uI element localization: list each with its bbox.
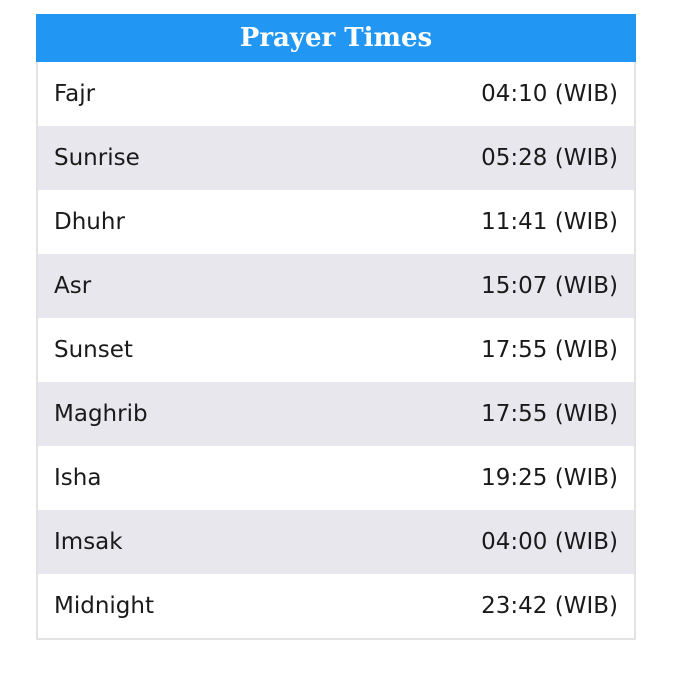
- prayer-time-maghrib: 17:55 (WIB): [336, 382, 634, 446]
- table-row: Sunset 17:55 (WIB): [38, 318, 634, 382]
- prayer-name-maghrib: Maghrib: [38, 382, 336, 446]
- prayer-name-dhuhr: Dhuhr: [54, 209, 125, 235]
- prayer-time-dhuhr: 11:41 (WIB): [481, 209, 618, 235]
- widget-title: Prayer Times: [36, 14, 636, 62]
- prayer-time-sunset: 17:55 (WIB): [481, 337, 618, 363]
- prayer-name-midnight: Midnight: [54, 593, 154, 619]
- prayer-name-sunrise: Sunrise: [38, 126, 336, 190]
- prayer-time-isha: 19:25 (WIB): [481, 465, 618, 491]
- table-row: Imsak 04:00 (WIB): [38, 510, 634, 574]
- prayer-time-asr: 15:07 (WIB): [336, 254, 634, 318]
- table-row: Sunrise 05:28 (WIB): [38, 126, 634, 190]
- prayer-name-sunset: Sunset: [54, 337, 133, 363]
- prayer-times-table: Fajr 04:10 (WIB) Sunrise 05:28 (WIB) Dhu…: [38, 62, 634, 638]
- table-row: Isha 19:25 (WIB): [38, 446, 634, 510]
- table-row: Asr 15:07 (WIB): [38, 254, 634, 318]
- prayer-time-midnight: 23:42 (WIB): [481, 593, 618, 619]
- table-row: Dhuhr 11:41 (WIB): [38, 190, 634, 254]
- prayer-name-asr: Asr: [38, 254, 336, 318]
- prayer-times-widget: Prayer Times Fajr 04:10 (WIB) Sunrise 05…: [36, 14, 636, 640]
- prayer-time-fajr: 04:10 (WIB): [481, 81, 618, 107]
- prayer-time-sunrise: 05:28 (WIB): [336, 126, 634, 190]
- prayer-name-isha: Isha: [54, 465, 102, 491]
- prayer-time-imsak: 04:00 (WIB): [336, 510, 634, 574]
- table-row: Maghrib 17:55 (WIB): [38, 382, 634, 446]
- table-row: Fajr 04:10 (WIB): [38, 62, 634, 126]
- table-row: Midnight 23:42 (WIB): [38, 574, 634, 638]
- prayer-name-fajr: Fajr: [54, 81, 96, 107]
- prayer-name-imsak: Imsak: [38, 510, 336, 574]
